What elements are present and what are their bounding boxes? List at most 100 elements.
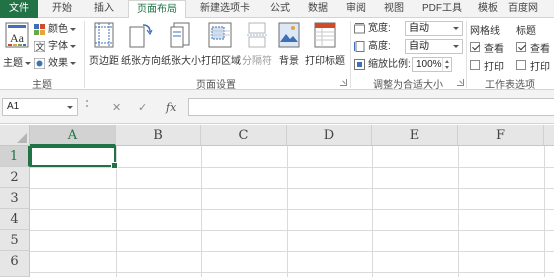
group-label-page-setup: 页面设置	[196, 80, 236, 91]
chevron-down-icon	[453, 45, 459, 48]
chevron-down-icon	[453, 27, 459, 30]
group-label-scale-to-fit: 调整为合适大小	[373, 80, 443, 91]
height-dropdown[interactable]: 自动	[405, 39, 463, 54]
headings-view-label: 查看	[530, 44, 550, 55]
themes-button[interactable]: Aa 主题	[3, 22, 31, 74]
tab-home[interactable]: 开始	[42, 0, 82, 18]
headings-view-checkbox[interactable]	[516, 42, 526, 52]
width-label: 宽度:	[368, 23, 391, 34]
resize-handle-icon[interactable]	[86, 100, 88, 112]
cancel-icon[interactable]: ✕	[112, 101, 121, 114]
gridlines-print-checkbox[interactable]	[470, 60, 480, 70]
tab-data[interactable]: 数据	[300, 0, 336, 18]
tab-view[interactable]: 视图	[376, 0, 412, 18]
colors-button[interactable]: 颜色	[34, 22, 80, 37]
gridline	[372, 146, 373, 277]
column-header-e[interactable]: E	[372, 125, 458, 146]
themes-label: 主题	[3, 58, 23, 69]
worksheet-grid[interactable]: A B C D E F 1 2 3 4 5 6	[0, 125, 554, 277]
svg-text:Aa: Aa	[10, 31, 25, 45]
formula-buttons: ✕ ✓ fx	[104, 98, 184, 116]
tab-baidu[interactable]: 百度网	[508, 0, 554, 18]
tab-formulas[interactable]: 公式	[262, 0, 298, 18]
formula-bar: A1 ✕ ✓ fx	[0, 90, 554, 124]
print-area-label: 打印区域	[201, 56, 241, 67]
height-label: 高度:	[368, 41, 391, 52]
headings-print-checkbox[interactable]	[516, 60, 526, 70]
row-header-3[interactable]: 3	[0, 188, 30, 209]
width-dropdown[interactable]: 自动	[405, 21, 463, 36]
tab-review[interactable]: 审阅	[338, 0, 374, 18]
gridline	[30, 230, 554, 231]
enter-icon[interactable]: ✓	[138, 101, 147, 114]
background-icon	[278, 22, 300, 48]
formula-value	[189, 101, 193, 112]
column-header-d[interactable]: D	[287, 125, 372, 146]
fonts-button[interactable]: 文 字体	[34, 39, 80, 54]
column-header-a[interactable]: A	[30, 125, 116, 146]
tab-insert[interactable]: 插入	[84, 0, 124, 18]
gridlines-view-checkbox[interactable]	[470, 42, 480, 52]
size-button[interactable]: 纸张大小	[161, 22, 201, 74]
height-icon	[354, 41, 365, 52]
chevron-down-icon[interactable]	[67, 106, 73, 109]
themes-icon: Aa	[5, 22, 29, 48]
breaks-button[interactable]: 分隔符	[241, 22, 273, 74]
width-icon	[354, 23, 365, 34]
formula-input[interactable]	[188, 98, 554, 116]
row-header-6[interactable]: 6	[0, 251, 30, 277]
name-box-value: A1	[7, 101, 20, 112]
insert-function-icon[interactable]: fx	[166, 101, 176, 114]
active-cell-a1[interactable]	[30, 146, 118, 169]
gridline	[201, 146, 202, 277]
background-button[interactable]: 背景	[275, 22, 303, 74]
column-header-g[interactable]	[544, 125, 554, 146]
gridline	[544, 146, 545, 277]
tab-page-layout[interactable]: 页面布局	[128, 0, 186, 19]
background-label: 背景	[279, 56, 299, 67]
print-area-button[interactable]: 打印区域	[201, 22, 241, 74]
effects-button[interactable]: 效果	[34, 56, 80, 71]
page-setup-launcher-icon[interactable]	[340, 79, 347, 86]
gridlines-view-label: 查看	[484, 44, 504, 55]
select-all-button[interactable]	[0, 125, 30, 146]
gridline	[30, 209, 554, 210]
spinner-arrows-icon[interactable]	[442, 58, 451, 71]
gridlines-print-label: 打印	[484, 62, 504, 73]
gridline	[287, 146, 288, 277]
height-value: 自动	[409, 41, 429, 52]
margins-label: 页边距	[89, 56, 119, 67]
scale-spinner[interactable]: 100%	[412, 57, 452, 72]
column-header-b[interactable]: B	[116, 125, 201, 146]
column-header-f[interactable]: F	[458, 125, 544, 146]
row-header-2[interactable]: 2	[0, 167, 30, 188]
name-box[interactable]: A1	[2, 98, 78, 116]
tab-file[interactable]: 文件	[0, 0, 38, 18]
breaks-icon	[247, 22, 267, 48]
group-label-sheet-options: 工作表选项	[485, 80, 535, 91]
tab-new-tab[interactable]: 新建选项卡	[190, 0, 260, 18]
paper-size-icon	[170, 22, 190, 48]
chevron-down-icon	[25, 61, 31, 65]
margins-button[interactable]: 页边距	[86, 22, 122, 74]
ribbon-tab-bar: 文件 开始 插入 页面布局 新建选项卡 公式 数据 审阅 视图 PDF工具 模板…	[0, 0, 554, 19]
orientation-button[interactable]: 纸张方向	[121, 22, 161, 74]
column-header-c[interactable]: C	[201, 125, 287, 146]
gridline	[458, 146, 459, 277]
print-titles-button[interactable]: 打印标题	[303, 22, 347, 74]
tab-template[interactable]: 模板	[470, 0, 506, 18]
row-header-5[interactable]: 5	[0, 230, 30, 251]
chevron-down-icon	[70, 44, 76, 48]
print-titles-label: 打印标题	[305, 56, 345, 67]
effects-icon	[34, 58, 45, 69]
scale-to-fit-launcher-icon[interactable]	[457, 79, 464, 86]
scale-value: 100%	[416, 59, 442, 70]
row-header-4[interactable]: 4	[0, 209, 30, 230]
group-separator	[466, 21, 467, 88]
headings-heading: 标题	[516, 26, 536, 37]
effects-label: 效果	[48, 58, 68, 69]
gridline	[30, 188, 554, 189]
chevron-down-icon	[70, 27, 76, 31]
row-header-1[interactable]: 1	[0, 146, 30, 167]
tab-pdf-tools[interactable]: PDF工具	[418, 0, 466, 18]
